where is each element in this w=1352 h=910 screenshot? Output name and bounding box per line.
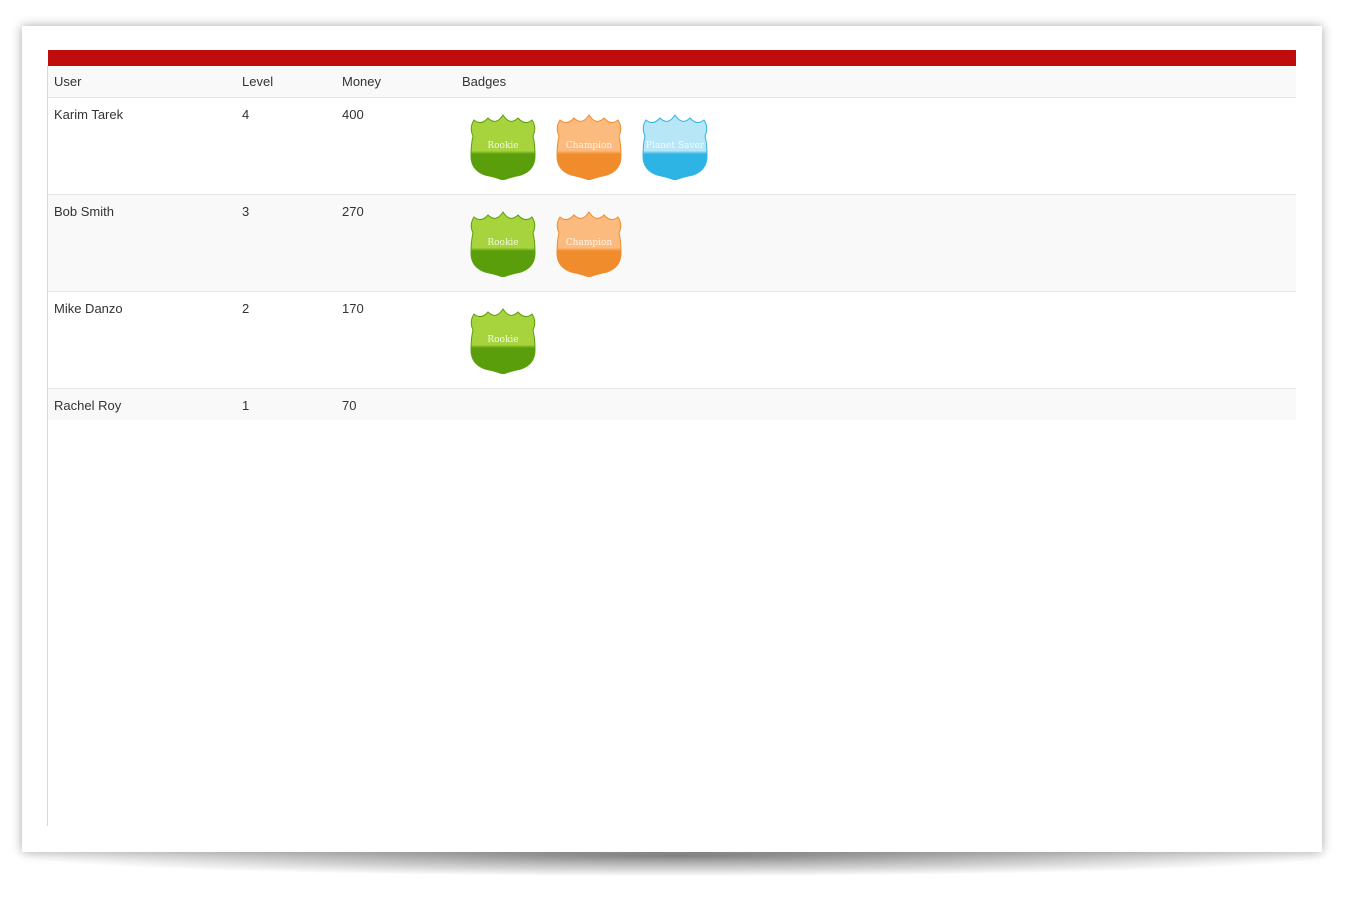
column-header-badges[interactable]: Badges <box>456 66 1296 97</box>
badge-list: Rookie Champion <box>462 204 1296 277</box>
badge-label: Champion <box>565 237 613 248</box>
money-cell: 170 <box>342 300 364 316</box>
level-cell: 2 <box>242 300 250 316</box>
badge[interactable]: Planet Saver <box>642 113 708 180</box>
badge-label: Rookie <box>487 334 519 345</box>
level-cell: 4 <box>242 106 250 122</box>
level-cell: 3 <box>242 203 250 219</box>
badge-list <box>462 398 1296 405</box>
column-header-money[interactable]: Money <box>336 66 456 97</box>
badges-cell: Rookie Champion <box>456 194 1296 291</box>
badge-list: Rookie Champion Planet Saver <box>462 107 1296 180</box>
badge[interactable]: Rookie <box>470 210 536 277</box>
badge-label: Rookie <box>487 140 519 151</box>
table-row: Mike Danzo 2 170 Rookie <box>48 291 1296 388</box>
badge-list: Rookie <box>462 301 1296 374</box>
badge[interactable]: Champion <box>556 210 622 277</box>
level-cell: 1 <box>242 397 250 413</box>
badge-label: Planet Saver <box>645 140 705 151</box>
badge[interactable]: Rookie <box>470 113 536 180</box>
badges-cell: Rookie Champion Planet Saver <box>456 97 1296 194</box>
badge[interactable]: Champion <box>556 113 622 180</box>
table-row: Bob Smith 3 270 Rookie Champion <box>48 194 1296 291</box>
column-header-level[interactable]: Level <box>236 66 336 97</box>
user-name-cell: Rachel Roy <box>54 397 122 413</box>
badge[interactable]: Rookie <box>470 307 536 374</box>
user-name-cell: Mike Danzo <box>54 300 123 316</box>
badges-cell <box>456 388 1296 420</box>
table-header-row: User Level Money Badges <box>48 66 1296 97</box>
header-bar <box>48 50 1296 66</box>
money-cell: 400 <box>342 106 364 122</box>
leaderboard-table: User Level Money Badges Karim Tarek 4 40… <box>48 66 1296 420</box>
badge-label: Rookie <box>487 237 519 248</box>
column-header-user[interactable]: User <box>48 66 236 97</box>
badge-label: Champion <box>565 140 613 151</box>
user-name-cell: Karim Tarek <box>54 106 124 122</box>
table-row: Karim Tarek 4 400 Rookie Champion Planet S… <box>48 97 1296 194</box>
badges-cell: Rookie <box>456 291 1296 388</box>
money-cell: 70 <box>342 397 357 413</box>
table-row: Rachel Roy 1 70 <box>48 388 1296 420</box>
user-name-cell: Bob Smith <box>54 203 114 219</box>
money-cell: 270 <box>342 203 364 219</box>
